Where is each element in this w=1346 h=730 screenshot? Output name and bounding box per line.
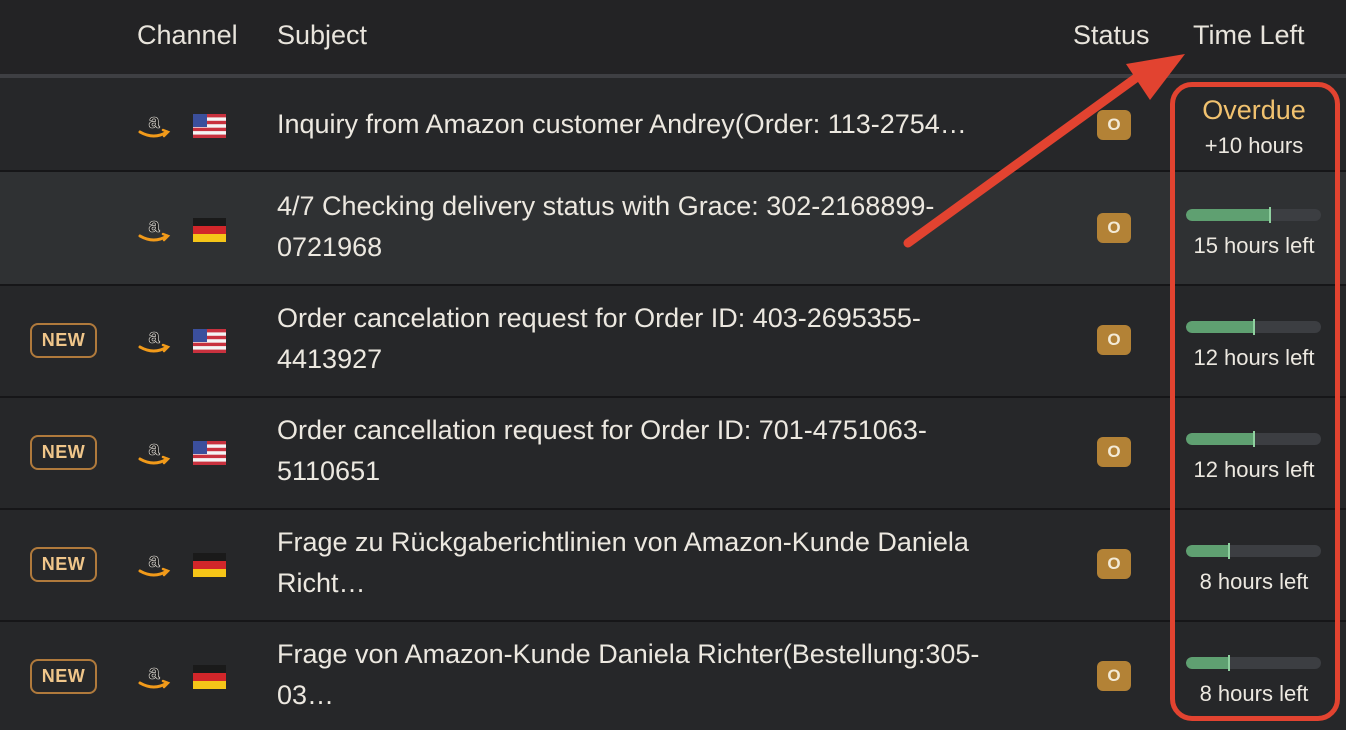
ticket-table: Channel Subject Status Time Left a Inqui… <box>0 0 1346 730</box>
time-progress-fill <box>1186 545 1229 557</box>
svg-text:a: a <box>148 326 160 348</box>
time-left-label: 12 hours left <box>1193 345 1315 370</box>
de-flag-icon <box>193 218 226 242</box>
column-header-subject[interactable]: Subject <box>277 20 367 51</box>
amazon-icon: a <box>138 438 171 465</box>
new-badge: NEW <box>30 547 97 582</box>
table-row[interactable]: NEW a Order cancellation request for Ord… <box>0 398 1346 508</box>
time-left-label: 12 hours left <box>1193 457 1315 482</box>
status-badge: O <box>1097 437 1131 467</box>
amazon-icon: a <box>138 111 171 138</box>
svg-text:a: a <box>148 111 160 133</box>
table-row[interactable]: a Inquiry from Amazon customer Andrey(Or… <box>0 78 1346 170</box>
time-progress-marker <box>1253 319 1255 335</box>
us-flag-icon <box>193 329 226 353</box>
column-header-status[interactable]: Status <box>1073 20 1150 51</box>
time-progress-marker <box>1228 543 1230 559</box>
ticket-subject[interactable]: Order cancellation request for Order ID:… <box>277 410 977 492</box>
table-row[interactable]: NEW a Frage zu Rückgaberichtlinien von A… <box>0 510 1346 620</box>
status-badge: O <box>1097 661 1131 691</box>
amazon-icon: a <box>138 550 171 577</box>
ticket-subject[interactable]: Frage von Amazon-Kunde Daniela Richter(B… <box>277 634 1017 716</box>
new-badge: NEW <box>30 659 97 694</box>
time-left-label: 8 hours left <box>1199 569 1309 594</box>
column-header-channel[interactable]: Channel <box>137 20 238 51</box>
status-badge: O <box>1097 110 1131 140</box>
amazon-icon: a <box>138 326 171 353</box>
ticket-subject[interactable]: Order cancelation request for Order ID: … <box>277 298 977 380</box>
ticket-subject[interactable]: 4/7 Checking delivery status with Grace:… <box>277 186 977 268</box>
time-left-label: 8 hours left <box>1199 681 1309 706</box>
table-row[interactable]: a 4/7 Checking delivery status with Grac… <box>0 172 1346 284</box>
time-progress-fill <box>1186 657 1229 669</box>
time-left-label: 15 hours left <box>1193 233 1315 258</box>
us-flag-icon <box>193 114 226 138</box>
de-flag-icon <box>193 665 226 689</box>
time-progress-bar <box>1186 545 1321 557</box>
time-progress-fill <box>1186 209 1270 221</box>
time-progress-marker <box>1253 431 1255 447</box>
overdue-label: Overdue <box>1202 95 1306 125</box>
ticket-subject[interactable]: Frage zu Rückgaberichtlinien von Amazon-… <box>277 522 1017 604</box>
status-badge: O <box>1097 549 1131 579</box>
time-progress-marker <box>1228 655 1230 671</box>
de-flag-icon <box>193 553 226 577</box>
new-badge: NEW <box>30 435 97 470</box>
new-badge: NEW <box>30 323 97 358</box>
time-progress-marker <box>1269 207 1271 223</box>
column-header-time-left[interactable]: Time Left <box>1193 20 1305 51</box>
table-header: Channel Subject Status Time Left <box>0 0 1346 74</box>
amazon-icon: a <box>138 215 171 242</box>
status-badge: O <box>1097 213 1131 243</box>
table-row[interactable]: NEW a Frage von Amazon-Kunde Daniela Ric… <box>0 622 1346 730</box>
table-row[interactable]: NEW a Order cancelation request for Orde… <box>0 286 1346 396</box>
time-progress-fill <box>1186 321 1254 333</box>
us-flag-icon <box>193 441 226 465</box>
time-progress-fill <box>1186 433 1254 445</box>
status-badge: O <box>1097 325 1131 355</box>
svg-text:a: a <box>148 550 160 572</box>
amazon-icon: a <box>138 662 171 689</box>
svg-text:a: a <box>148 215 160 237</box>
time-progress-bar <box>1186 209 1321 221</box>
time-progress-bar <box>1186 657 1321 669</box>
ticket-subject[interactable]: Inquiry from Amazon customer Andrey(Orde… <box>277 104 1017 145</box>
svg-text:a: a <box>148 438 160 460</box>
svg-text:a: a <box>148 662 160 684</box>
time-left-label: +10 hours <box>1204 133 1304 158</box>
